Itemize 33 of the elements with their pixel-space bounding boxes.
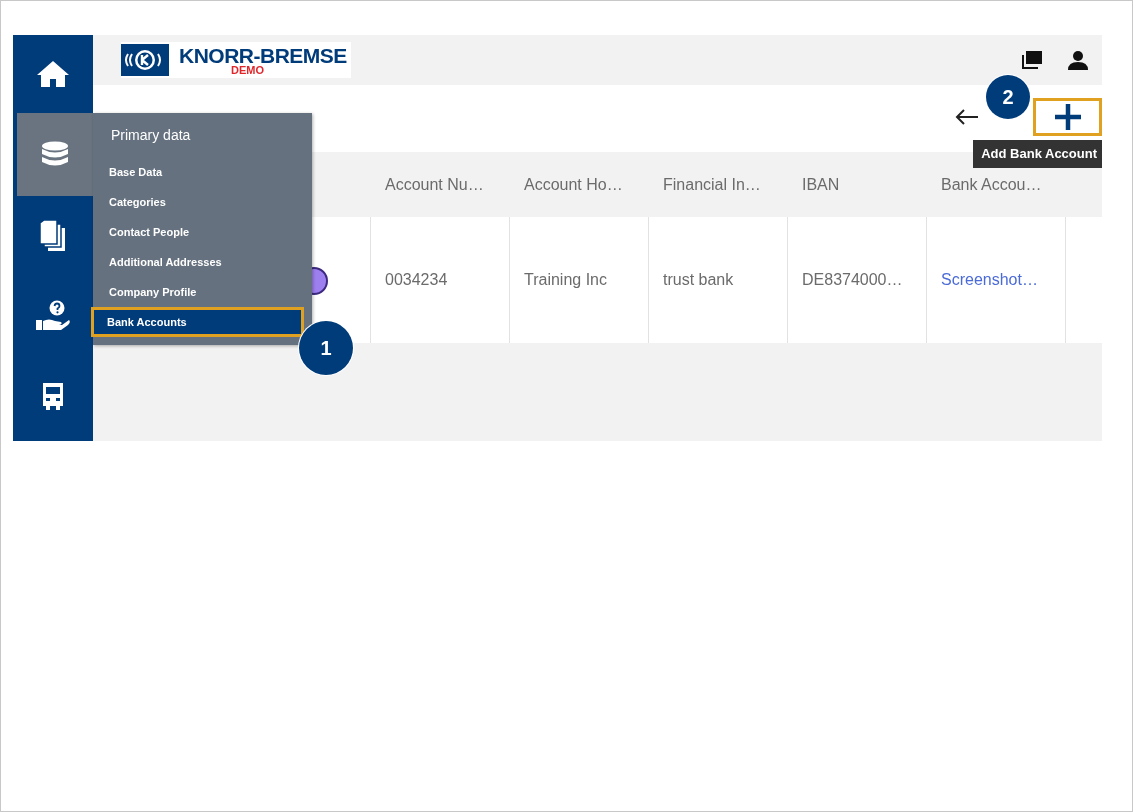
column-header[interactable]: Account Ho… <box>510 175 649 194</box>
menu-item[interactable]: Bank Accounts <box>91 307 304 337</box>
hand-question-icon <box>35 300 71 332</box>
menu-item[interactable]: Additional Addresses <box>93 247 312 277</box>
callout-number: 2 <box>986 75 1030 119</box>
add-button[interactable] <box>1033 97 1102 136</box>
file-link[interactable]: Screenshot… <box>927 217 1066 343</box>
demo-label: DEMO <box>231 65 264 76</box>
home-icon <box>36 59 70 89</box>
column-header[interactable]: IBAN <box>788 175 927 194</box>
user-icon[interactable] <box>1068 50 1088 70</box>
menu-item[interactable]: Categories <box>93 187 312 217</box>
tooltip: Add Bank Account <box>973 140 1102 168</box>
truck-icon <box>40 381 66 411</box>
plus-icon <box>1053 102 1082 131</box>
table-cell: DE8374000… <box>788 217 927 343</box>
menu-item[interactable]: Base Data <box>93 157 312 187</box>
menu-title: Primary data <box>110 127 192 145</box>
column-header[interactable]: Account Nu… <box>371 175 510 194</box>
column-header[interactable]: Financial In… <box>649 175 788 194</box>
sidebar-item[interactable] <box>17 113 93 196</box>
back-arrow-icon[interactable] <box>955 107 979 126</box>
column-header[interactable]: Bank Accou… <box>927 175 1066 194</box>
table-cell: trust bank <box>649 217 788 343</box>
logo[interactable]: KNORR-BREMSE DEMO <box>121 42 351 78</box>
logo-icon <box>121 44 169 76</box>
menu-item[interactable]: Company Profile <box>93 277 312 307</box>
documents-icon <box>40 220 66 252</box>
table-cell: Training Inc <box>510 217 649 343</box>
table-cell: 0034234 <box>371 217 510 343</box>
logo-text: KNORR-BREMSE <box>179 45 347 66</box>
windows-icon[interactable] <box>1022 51 1042 69</box>
menu-item[interactable]: Contact People <box>93 217 312 247</box>
